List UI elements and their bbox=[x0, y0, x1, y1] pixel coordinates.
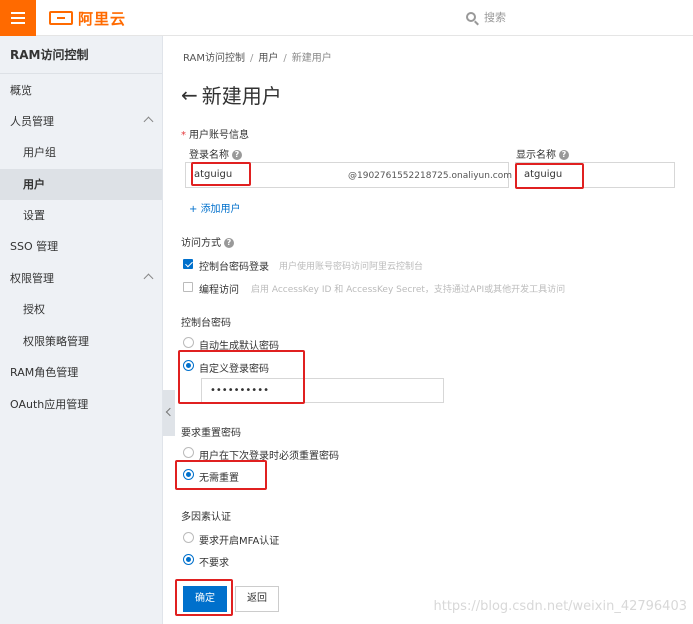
highlight-box bbox=[175, 579, 233, 616]
chevron-up-icon bbox=[143, 116, 154, 127]
highlight-box bbox=[178, 350, 305, 404]
breadcrumb-item-users[interactable]: 用户 bbox=[258, 53, 278, 64]
sidebar-item-groups[interactable]: 用户组 bbox=[0, 137, 162, 168]
sidebar-item-overview[interactable]: 概览 bbox=[0, 75, 162, 106]
chevron-up-icon bbox=[143, 273, 154, 284]
sidebar-item-label: 权限策略管理 bbox=[23, 335, 89, 348]
sidebar-item-permissions[interactable]: 权限管理 bbox=[0, 263, 162, 294]
add-user-label: 添加用户 bbox=[200, 204, 241, 215]
chevron-left-icon bbox=[165, 407, 175, 417]
aliyun-logo-icon bbox=[49, 11, 73, 25]
sidebar-item-users[interactable]: 用户 bbox=[0, 169, 162, 200]
add-user-link[interactable]: + 添加用户 bbox=[189, 200, 241, 215]
sidebar-item-people[interactable]: 人员管理 bbox=[0, 106, 162, 137]
search-icon bbox=[466, 12, 476, 22]
no-mfa-label: 不要求 bbox=[199, 558, 229, 569]
display-name-label-text: 显示名称 bbox=[516, 150, 556, 161]
programmatic-access-hint: 启用 AccessKey ID 和 AccessKey Secret，支持通过A… bbox=[251, 285, 566, 295]
highlight-box bbox=[515, 163, 584, 189]
access-mode-label: 访问方式? bbox=[181, 234, 234, 249]
display-name-label: 显示名称? bbox=[516, 146, 569, 161]
arrow-left-icon[interactable]: ← bbox=[181, 83, 198, 107]
console-login-hint: 用户使用账号密码访问阿里云控制台 bbox=[279, 262, 424, 272]
require-mfa-label: 要求开启MFA认证 bbox=[199, 536, 280, 547]
sidebar-item-sso[interactable]: SSO 管理 bbox=[0, 231, 162, 262]
sidebar-item-grants[interactable]: 授权 bbox=[0, 294, 162, 325]
sidebar-item-label: 设置 bbox=[23, 209, 45, 222]
help-icon[interactable]: ? bbox=[559, 150, 569, 160]
console-login-checkbox[interactable] bbox=[183, 259, 193, 269]
sidebar-collapse-toggle[interactable] bbox=[163, 390, 175, 436]
logo-text: 阿里云 bbox=[78, 9, 127, 28]
help-icon[interactable]: ? bbox=[224, 238, 234, 248]
sidebar-item-label: RAM角色管理 bbox=[10, 366, 79, 379]
search-placeholder: 搜索 bbox=[484, 11, 506, 24]
watermark: https://blog.csdn.net/weixin_42796403 bbox=[433, 599, 687, 614]
sidebar: RAM访问控制 概览 人员管理 用户组 用户 设置 SSO 管理 权限管理 授权… bbox=[0, 36, 163, 624]
breadcrumb: RAM访问控制 / 用户 / 新建用户 bbox=[183, 49, 332, 64]
console-login-label: 控制台密码登录 bbox=[199, 262, 269, 273]
top-bar: 阿里云 搜索 bbox=[0, 0, 693, 36]
account-section-text: 用户账号信息 bbox=[189, 130, 249, 141]
sidebar-item-settings[interactable]: 设置 bbox=[0, 200, 162, 231]
sidebar-item-label: 权限管理 bbox=[10, 272, 54, 285]
highlight-box bbox=[175, 460, 267, 490]
back-button[interactable]: 返回 bbox=[235, 586, 279, 612]
breadcrumb-item-current: 新建用户 bbox=[291, 53, 332, 64]
reset-password-label: 要求重置密码 bbox=[181, 428, 241, 439]
sidebar-item-label: OAuth应用管理 bbox=[10, 398, 89, 411]
sidebar-item-policies[interactable]: 权限策略管理 bbox=[0, 326, 162, 357]
sidebar-item-label: 概览 bbox=[10, 84, 32, 97]
auto-password-radio[interactable] bbox=[183, 337, 194, 348]
login-domain-suffix: @1902761552218725.onaliyun.com bbox=[348, 171, 513, 181]
menu-icon[interactable] bbox=[0, 0, 36, 36]
breadcrumb-separator: / bbox=[250, 53, 254, 64]
access-mode-text: 访问方式 bbox=[181, 238, 221, 249]
sidebar-item-label: 人员管理 bbox=[10, 115, 54, 128]
sidebar-item-label: 用户组 bbox=[23, 146, 56, 159]
sidebar-title: RAM访问控制 bbox=[0, 36, 162, 74]
breadcrumb-separator: / bbox=[283, 53, 287, 64]
login-name-label-text: 登录名称 bbox=[189, 150, 229, 161]
page-title: ← 新建用户 bbox=[181, 80, 282, 109]
breadcrumb-item-ram[interactable]: RAM访问控制 bbox=[183, 53, 245, 64]
sidebar-item-oauth[interactable]: OAuth应用管理 bbox=[0, 389, 162, 420]
sidebar-item-label: 用户 bbox=[23, 178, 45, 191]
mfa-label: 多因素认证 bbox=[181, 512, 231, 523]
require-mfa-radio[interactable] bbox=[183, 532, 194, 543]
search-box[interactable]: 搜索 bbox=[466, 9, 506, 25]
login-name-label: 登录名称? bbox=[189, 146, 242, 161]
help-icon[interactable]: ? bbox=[232, 150, 242, 160]
sidebar-item-label: SSO 管理 bbox=[10, 240, 59, 253]
account-section-label: * 用户账号信息 bbox=[181, 130, 249, 141]
page-title-text: 新建用户 bbox=[201, 84, 282, 108]
must-reset-radio[interactable] bbox=[183, 447, 194, 458]
no-mfa-radio[interactable] bbox=[183, 554, 194, 565]
plus-icon: + bbox=[189, 204, 201, 215]
programmatic-access-checkbox[interactable] bbox=[183, 282, 193, 292]
main-content: RAM访问控制 / 用户 / 新建用户 ← 新建用户 * 用户账号信息 登录名称? 显示名… bbox=[175, 36, 693, 624]
console-password-label: 控制台密码 bbox=[181, 318, 231, 329]
programmatic-access-label: 编程访问 bbox=[199, 285, 239, 296]
sidebar-item-roles[interactable]: RAM角色管理 bbox=[0, 357, 162, 388]
aliyun-logo[interactable]: 阿里云 bbox=[49, 8, 126, 28]
sidebar-item-label: 授权 bbox=[23, 303, 45, 316]
highlight-box bbox=[191, 162, 251, 186]
